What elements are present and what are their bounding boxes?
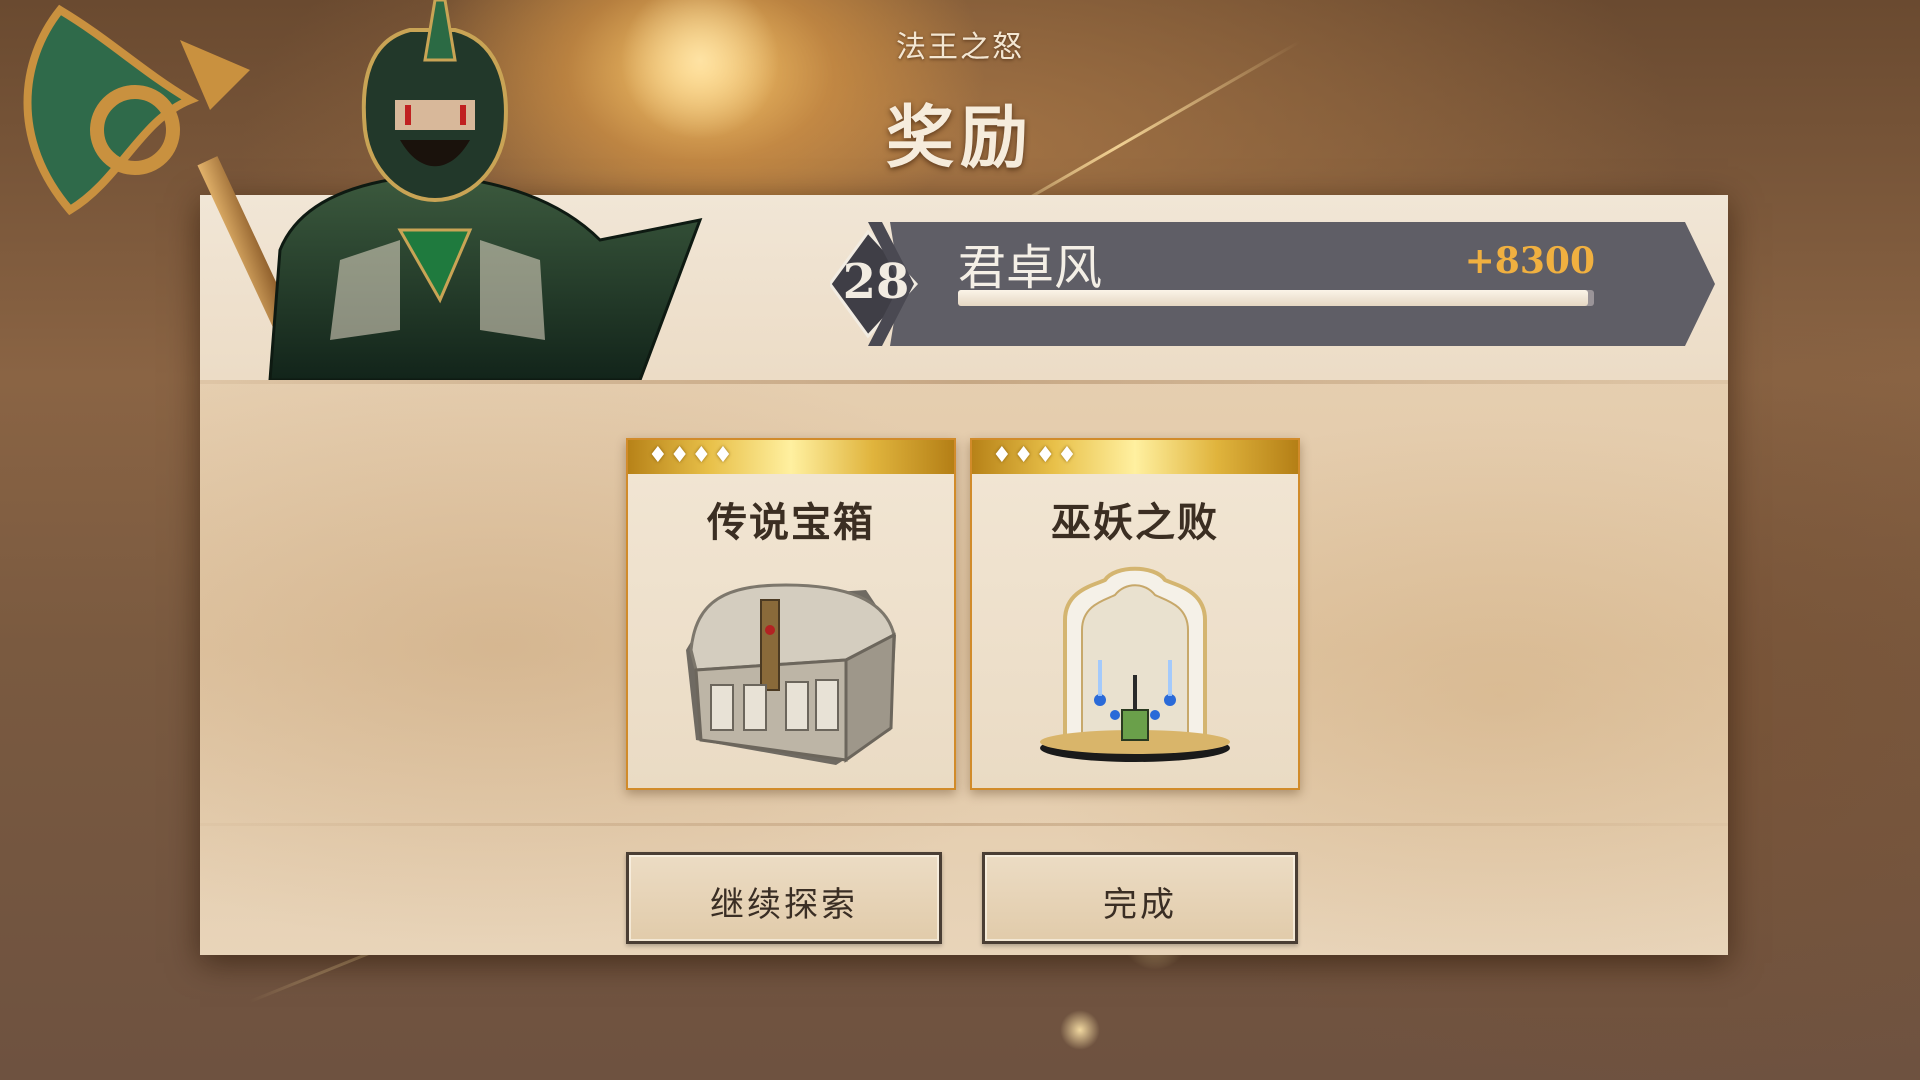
reward-card-legendary-chest[interactable]: ♦♦♦♦ 传说宝箱 [626,438,956,790]
divider [200,823,1728,826]
button-label: 继续探索 [710,885,858,925]
lens-flare [1060,1010,1100,1050]
button-label: 完成 [1103,885,1177,925]
shrine-altar-icon [1040,566,1230,762]
player-level: 28 [842,254,910,310]
game-screen: 法王之怒 奖励 28 君卓风 +8300 ♦♦♦♦ 传说宝箱 ♦♦♦♦ 巫妖之败… [0,0,1920,1080]
treasure-chest-icon [686,583,896,765]
score-gain: +8300 [1464,240,1595,282]
xp-progress-fill [958,290,1588,306]
divider [200,380,1728,384]
done-button[interactable]: 完成 [982,852,1298,944]
rarity-stars: ♦♦♦♦ [648,443,735,468]
rarity-stars: ♦♦♦♦ [992,443,1079,468]
hero-portrait-icon [23,0,703,380]
reward-card-lich-defeat[interactable]: ♦♦♦♦ 巫妖之败 [970,438,1300,790]
xp-progress-bar [958,290,1594,306]
continue-explore-button[interactable]: 继续探索 [626,852,942,944]
reward-title: 巫妖之败 [1051,500,1219,546]
reward-title: 传说宝箱 [707,500,875,546]
player-name: 君卓风 [958,240,1103,296]
